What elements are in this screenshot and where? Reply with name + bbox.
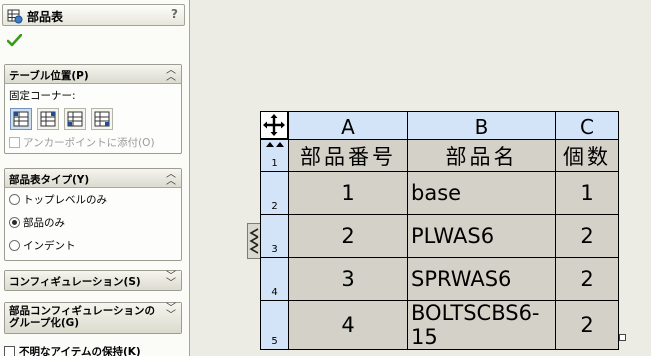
property-manager-panel: 部品表 ? テーブル位置(P) ︿ ︿ 固定コーナー: アンカーポイントに添付(… xyxy=(0,0,190,356)
expand-chevron-icon[interactable]: ﹀ ﹀ xyxy=(166,272,176,289)
keep-missing-items-label: 不明なアイテムの保持(K) xyxy=(19,346,141,356)
part-name-cell[interactable]: PLWAS6 xyxy=(407,214,556,258)
anchor-corner-buttons xyxy=(10,108,177,130)
table-corner-resize-handle[interactable] xyxy=(619,334,626,341)
qty-cell[interactable]: 2 xyxy=(555,214,619,258)
column-header-b[interactable]: B xyxy=(407,111,556,140)
anchor-bottom-left-icon[interactable] xyxy=(64,108,86,130)
option-label: インデント xyxy=(23,240,76,252)
part-config-grouping-header[interactable]: 部品コンフィギュレーションの グループ化(G) ﹀ ﹀ xyxy=(5,303,181,333)
keep-missing-items-checkbox[interactable] xyxy=(4,346,15,356)
table-position-group: テーブル位置(P) ︿ ︿ 固定コーナー: アンカーポイントに添付(O) xyxy=(4,64,182,154)
item-no-cell[interactable]: 3 xyxy=(288,257,408,301)
bom-type-option-parts-only[interactable]: 部品のみ xyxy=(9,211,177,234)
header-cell-part-name[interactable]: 部品名 xyxy=(407,139,556,172)
column-header-c[interactable]: C xyxy=(555,111,619,140)
attach-anchor-checkbox-row: アンカーポイントに添付(O) xyxy=(9,135,177,150)
column-header-a[interactable]: A xyxy=(288,111,408,140)
row-number[interactable]: 2 xyxy=(260,171,289,215)
item-no-cell[interactable]: 2 xyxy=(288,214,408,258)
option-label: トップレベルのみ xyxy=(23,194,107,206)
configurations-group[interactable]: コンフィギュレーション(S) ﹀ ﹀ xyxy=(4,270,182,291)
ok-checkmark-icon[interactable] xyxy=(6,33,23,50)
bom-type-option-indented[interactable]: インデント xyxy=(9,234,177,257)
part-name-cell[interactable]: BOLTSCBS6-15 xyxy=(407,300,556,350)
part-config-grouping-group[interactable]: 部品コンフィギュレーションの グループ化(G) ﹀ ﹀ xyxy=(4,302,182,334)
item-no-cell[interactable]: 4 xyxy=(288,300,408,350)
collapse-chevron-icon[interactable]: ︿ ︿ xyxy=(166,66,176,83)
keep-missing-items-row: 不明なアイテムの保持(K) xyxy=(4,344,141,356)
attach-anchor-label: アンカーポイントに添付(O) xyxy=(23,137,155,149)
qty-cell[interactable]: 2 xyxy=(555,300,619,350)
bom-table[interactable]: A B C 1 部品番号 部品名 個数 2 1 base 1 3 2 PLWAS… xyxy=(260,111,619,350)
expand-chevron-icon[interactable]: ﹀ ﹀ xyxy=(166,304,176,321)
anchor-corner-label: 固定コーナー: xyxy=(9,90,76,102)
qty-cell[interactable]: 2 xyxy=(555,257,619,301)
configurations-title: コンフィギュレーション(S) xyxy=(9,276,141,288)
anchor-top-right-icon[interactable] xyxy=(37,108,59,130)
help-icon[interactable]: ? xyxy=(171,7,178,21)
table-resize-grip[interactable] xyxy=(247,223,261,259)
radio-button-selected[interactable] xyxy=(9,217,20,228)
item-no-cell[interactable]: 1 xyxy=(288,171,408,215)
bom-type-title: 部品表タイプ(Y) xyxy=(9,174,90,186)
panel-title: 部品表 xyxy=(27,10,64,24)
title-line-2: グループ化(G) xyxy=(9,317,80,329)
option-label: 部品のみ xyxy=(23,217,65,229)
row-number[interactable]: 4 xyxy=(260,257,289,301)
part-config-grouping-title: 部品コンフィギュレーションの グループ化(G) xyxy=(9,305,155,329)
table-position-title: テーブル位置(P) xyxy=(9,70,89,82)
configurations-header[interactable]: コンフィギュレーション(S) ﹀ ﹀ xyxy=(5,271,181,290)
anchor-top-left-icon[interactable] xyxy=(10,108,32,130)
radio-button[interactable] xyxy=(9,194,20,205)
bom-type-option-top-level[interactable]: トップレベルのみ xyxy=(9,188,177,211)
qty-cell[interactable]: 1 xyxy=(555,171,619,215)
collapse-chevron-icon[interactable]: ︿ ︿ xyxy=(166,170,176,187)
bom-icon xyxy=(7,8,23,27)
table-position-header[interactable]: テーブル位置(P) ︿ ︿ xyxy=(5,65,181,84)
header-cell-item-no[interactable]: 部品番号 xyxy=(288,139,408,172)
title-line-1: 部品コンフィギュレーションの xyxy=(9,305,156,317)
move-table-icon[interactable] xyxy=(260,111,288,139)
bom-type-header[interactable]: 部品表タイプ(Y) ︿ ︿ xyxy=(5,169,181,188)
attach-anchor-checkbox[interactable] xyxy=(9,137,20,148)
header-cell-qty[interactable]: 個数 xyxy=(555,139,619,172)
row-marker-triangles-icon xyxy=(264,137,286,147)
row-number[interactable]: 3 xyxy=(260,214,289,258)
bom-type-group: 部品表タイプ(Y) ︿ ︿ トップレベルのみ 部品のみ インデント xyxy=(4,168,182,261)
part-name-cell[interactable]: SPRWAS6 xyxy=(407,257,556,301)
part-name-cell[interactable]: base xyxy=(407,171,556,215)
radio-button[interactable] xyxy=(9,240,20,251)
row-number[interactable]: 5 xyxy=(260,300,289,350)
anchor-bottom-right-icon[interactable] xyxy=(91,108,113,130)
panel-titlebar: 部品表 ? xyxy=(2,4,185,26)
